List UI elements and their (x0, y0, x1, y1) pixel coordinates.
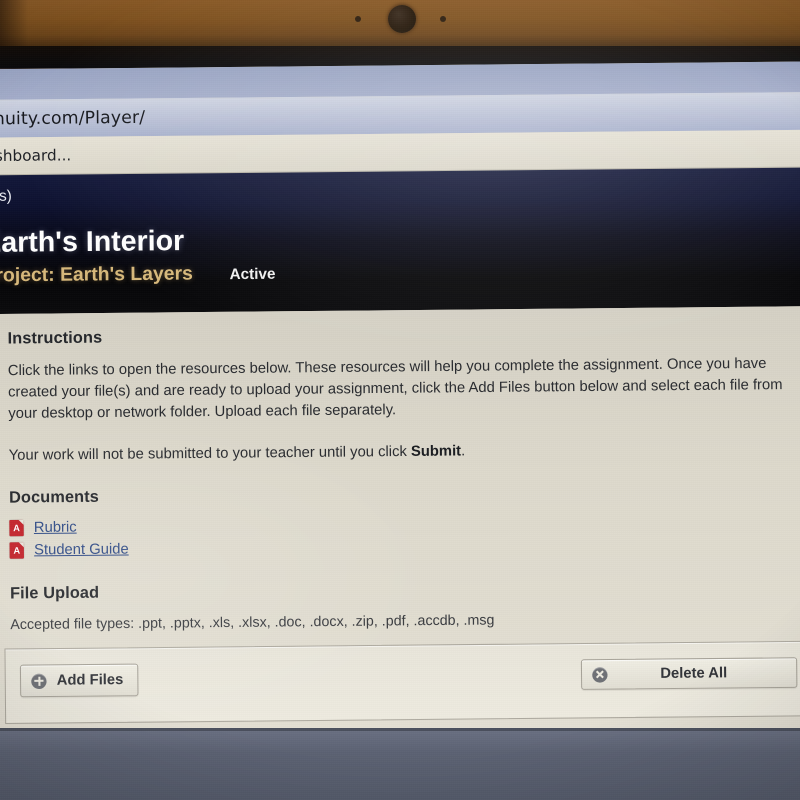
x-circle-icon (592, 666, 608, 683)
microphone-hole-left-icon (355, 16, 361, 22)
documents-list: Rubric Student Guide (9, 512, 800, 559)
file-upload-panel: Add Files Delete All (4, 640, 800, 725)
project-label: Project: Earth's Layers (0, 263, 193, 287)
microphone-hole-right-icon (440, 16, 446, 22)
laptop-base-band (0, 728, 800, 800)
page-title: Earth's Interior (0, 224, 185, 259)
submit-note-prefix: Your work will not be submitted to your … (8, 443, 412, 464)
document-link-rubric[interactable]: Rubric (34, 519, 77, 536)
status-badge: Active (229, 265, 276, 284)
document-link-student-guide[interactable]: Student Guide (34, 541, 129, 558)
delete-all-label: Delete All (660, 665, 728, 683)
screen-content: enuity.com/Player/ ashboard... vks) Eart… (0, 61, 800, 747)
breadcrumb: vks) (0, 187, 12, 205)
delete-all-button[interactable]: Delete All (580, 657, 798, 690)
list-item[interactable]: Student Guide (9, 535, 800, 559)
accepted-file-types: Accepted file types: .ppt, .pptx, .xls, … (10, 611, 495, 633)
address-bar-url: enuity.com/Player/ (0, 107, 146, 130)
documents-heading: Documents (9, 488, 99, 507)
list-item[interactable]: Rubric (9, 512, 800, 537)
header-subrow: Project: Earth's Layers Active (0, 262, 276, 287)
submit-note-bold: Submit (410, 443, 462, 461)
instructions-paragraph: Click the links to open the resources be… (7, 355, 783, 423)
laptop-bezel (0, 0, 800, 46)
bookmark-item[interactable]: ashboard... (0, 146, 71, 165)
assignment-body: Instructions Click the links to open the… (0, 306, 800, 747)
course-header: vks) Earth's Interior Project: Earth's L… (0, 167, 800, 315)
instructions-heading: Instructions (7, 329, 103, 348)
add-files-button[interactable]: Add Files (19, 663, 139, 698)
plus-circle-icon (31, 673, 47, 689)
submit-note: Your work will not be submitted to your … (9, 438, 800, 467)
laptop-screen-photo: enuity.com/Player/ ashboard... vks) Eart… (0, 0, 800, 800)
pdf-icon (9, 542, 24, 559)
add-files-label: Add Files (56, 671, 124, 689)
submit-note-suffix: . (460, 443, 466, 460)
file-upload-heading: File Upload (9, 584, 100, 603)
bezel-shadow (0, 0, 28, 46)
webcam-icon (388, 5, 416, 33)
pdf-icon (9, 519, 24, 537)
